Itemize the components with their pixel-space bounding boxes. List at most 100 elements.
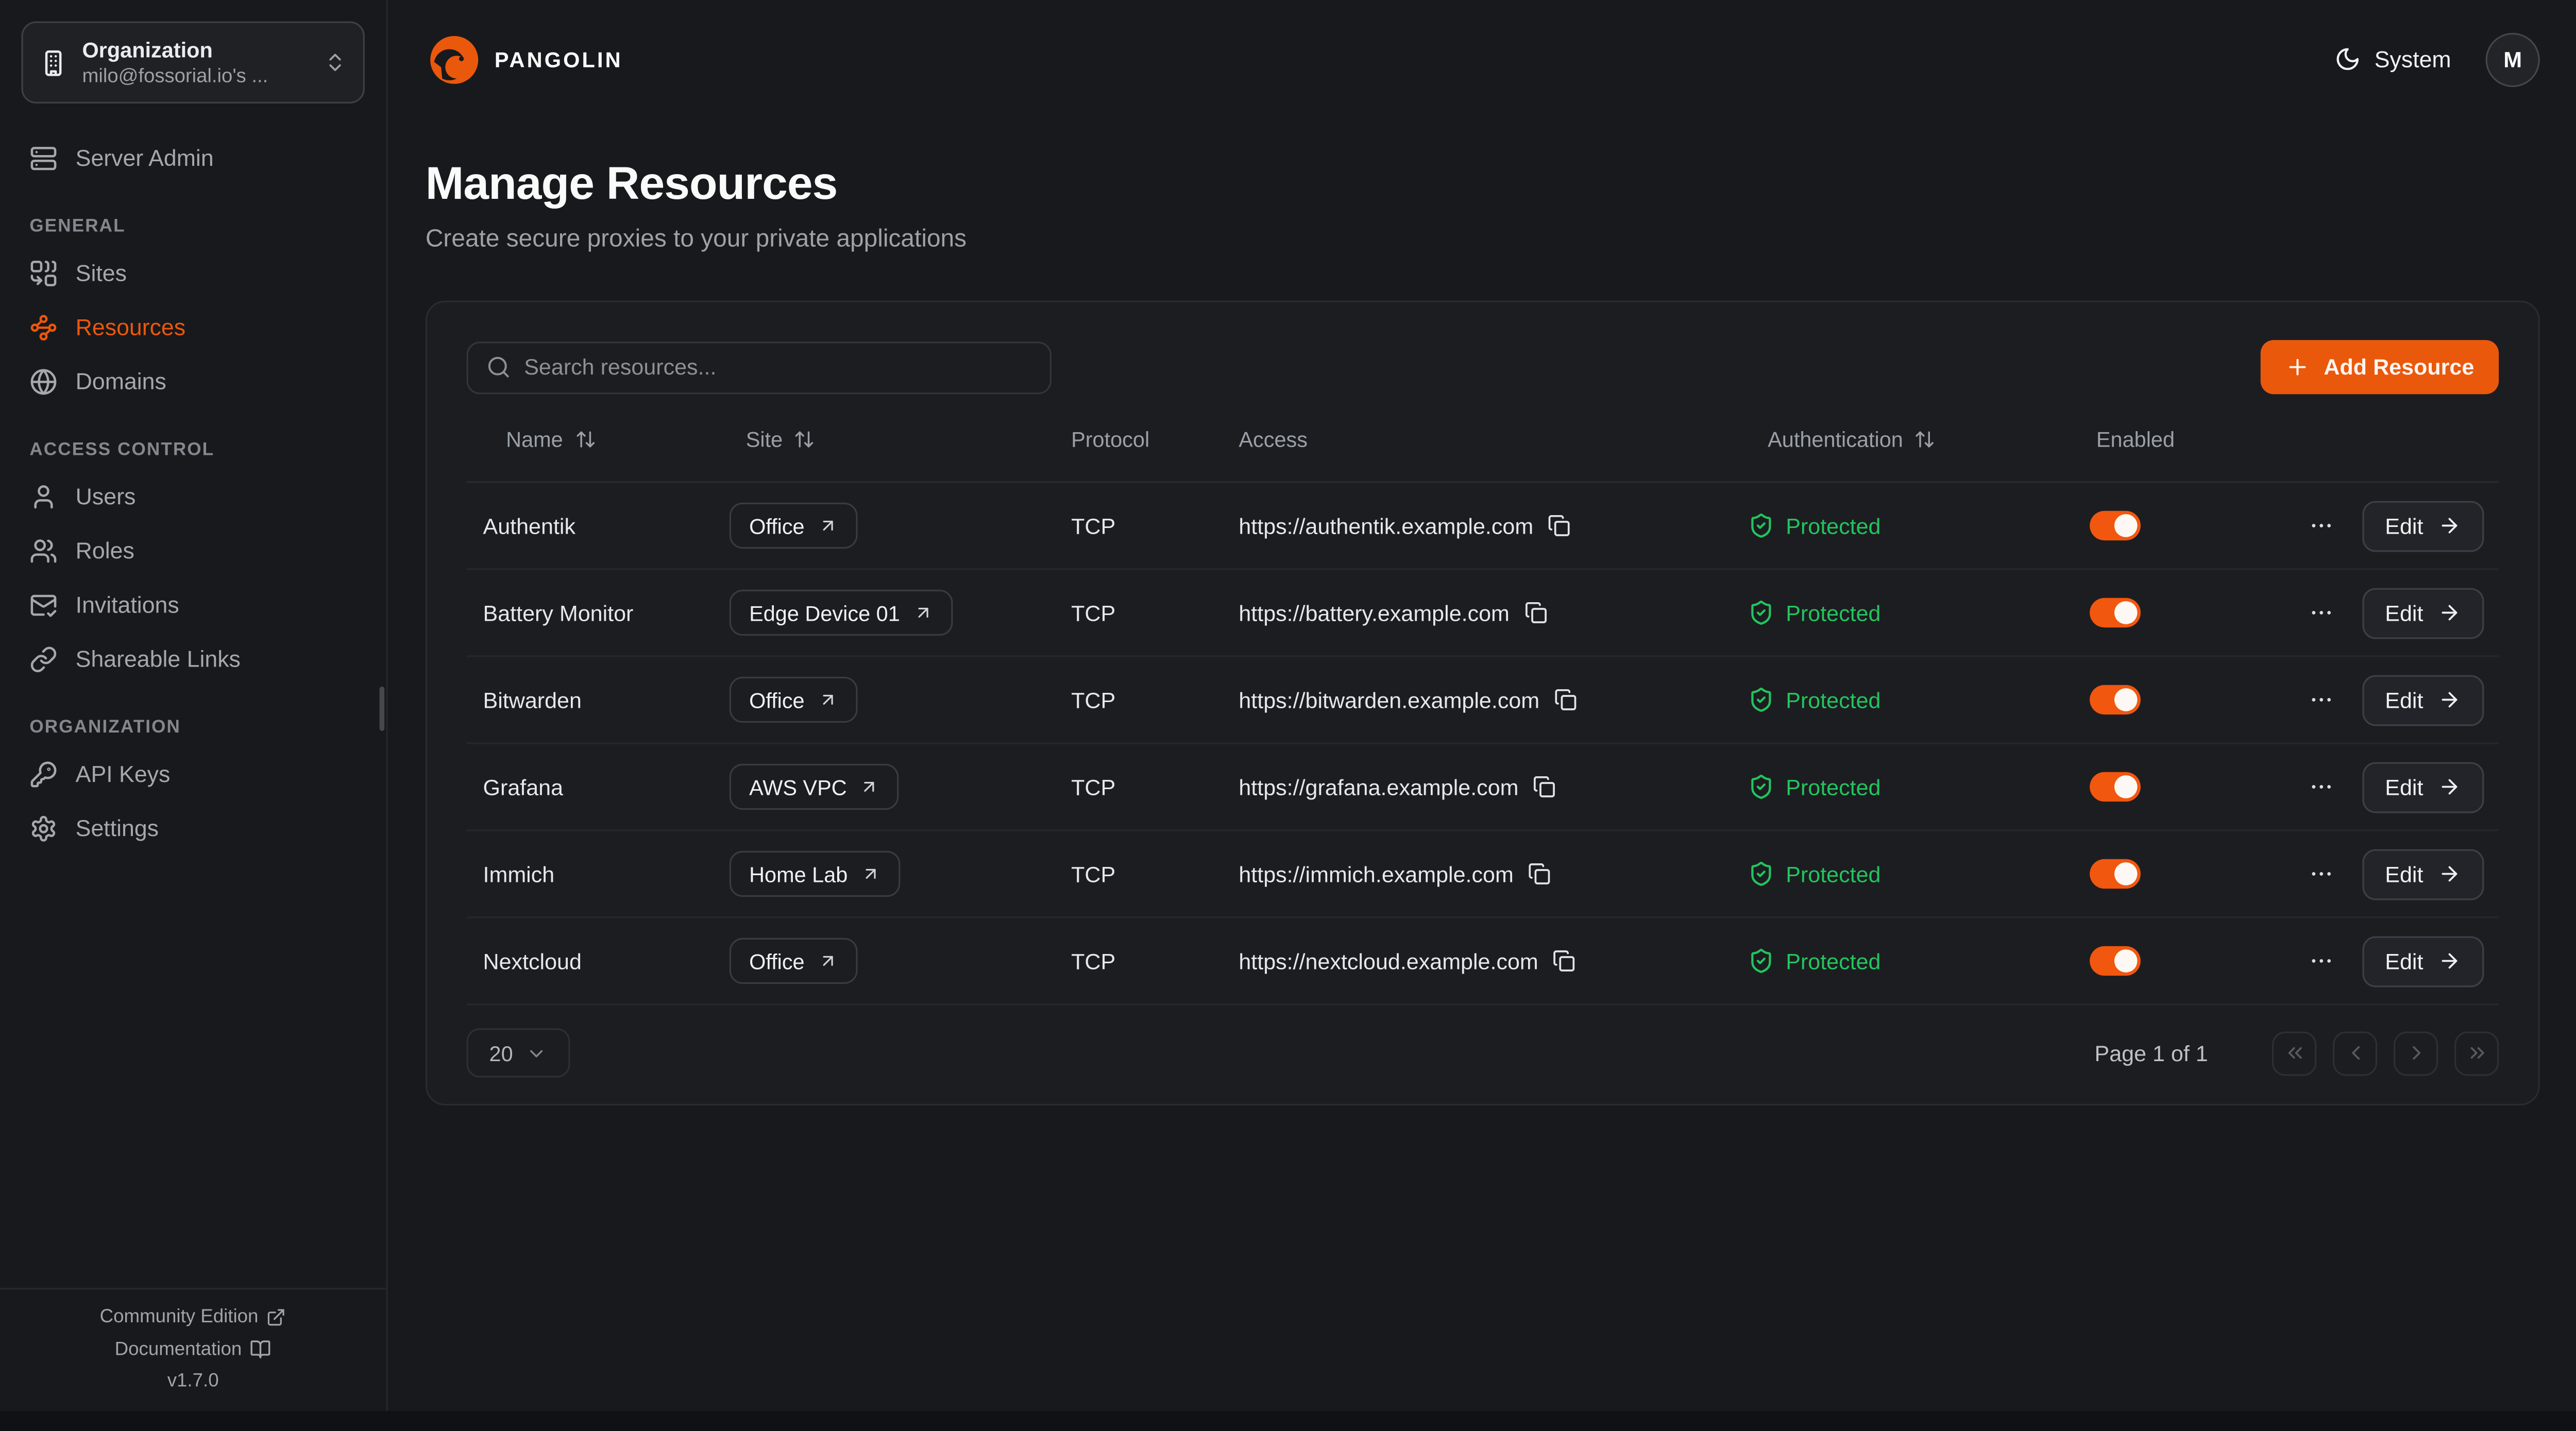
last-page-button[interactable] — [2454, 1031, 2499, 1075]
sidebar-item-shareable-links[interactable]: Shareable Links — [23, 633, 363, 687]
theme-selector[interactable]: System — [2335, 46, 2451, 72]
sidebar-nav: Server Admin GENERAL Sites Resources Dom… — [0, 125, 386, 856]
sidebar-item-label: Roles — [76, 537, 134, 565]
sidebar-item-sites[interactable]: Sites — [23, 246, 363, 300]
brand[interactable]: PANGOLIN — [426, 30, 623, 88]
authentication-cell: Protected — [1732, 948, 2073, 974]
edit-button[interactable]: Edit — [2362, 761, 2484, 812]
enabled-cell — [2073, 685, 2310, 714]
copy-url-button[interactable] — [1529, 862, 1552, 885]
chevron-right-icon — [2404, 1042, 2428, 1065]
community-edition-link[interactable]: Community Edition — [100, 1307, 286, 1327]
actions-cell: Edit — [2310, 674, 2499, 725]
access-url: https://bitwarden.example.com — [1239, 688, 1539, 712]
sort-icon[interactable] — [794, 428, 815, 449]
site-link-button[interactable]: Office — [730, 503, 857, 549]
sidebar-item-resources[interactable]: Resources — [23, 301, 363, 355]
row-menu-button[interactable] — [2304, 771, 2337, 804]
actions-cell: Edit — [2310, 935, 2499, 986]
enabled-toggle[interactable] — [2090, 859, 2141, 889]
resource-name-cell: Bitwarden — [467, 688, 713, 712]
edit-button[interactable]: Edit — [2362, 674, 2484, 725]
actions-cell: Edit — [2310, 587, 2499, 638]
site-link-button[interactable]: Home Lab — [730, 851, 901, 897]
copy-url-button[interactable] — [1533, 775, 1556, 798]
users-icon — [29, 537, 57, 565]
authentication-cell: Protected — [1732, 861, 2073, 887]
topbar-right: System M — [2335, 32, 2540, 86]
row-menu-button[interactable] — [2304, 597, 2337, 629]
arrow-right-icon — [2438, 775, 2461, 798]
copy-icon — [1524, 601, 1548, 624]
site-link-button[interactable]: Edge Device 01 — [730, 590, 953, 636]
enabled-toggle[interactable] — [2090, 772, 2141, 802]
chevrons-left-icon — [2283, 1042, 2306, 1065]
sidebar-item-label: API Keys — [76, 760, 171, 788]
table-header-row: Name Site Protocol Access Authentication… — [467, 396, 2499, 483]
access-cell: https://battery.example.com — [1222, 600, 1732, 625]
row-menu-button[interactable] — [2304, 684, 2337, 717]
protocol-cell: TCP — [1055, 600, 1222, 625]
org-selector[interactable]: Organization milo@fossorial.io's ... — [21, 21, 364, 103]
documentation-link[interactable]: Documentation — [115, 1339, 272, 1360]
resource-name-cell: Authentik — [467, 513, 713, 538]
copy-icon — [1533, 775, 1556, 798]
copy-url-button[interactable] — [1554, 688, 1578, 711]
row-menu-button[interactable] — [2304, 945, 2337, 978]
column-header-access: Access — [1222, 426, 1732, 451]
auth-status-label: Protected — [1786, 688, 1880, 712]
enabled-toggle[interactable] — [2090, 511, 2141, 540]
sidebar-item-domains[interactable]: Domains — [23, 355, 363, 409]
previous-page-button[interactable] — [2333, 1031, 2377, 1075]
copy-url-button[interactable] — [1553, 949, 1576, 973]
sidebar-scrollbar-thumb[interactable] — [380, 687, 385, 731]
enabled-cell — [2073, 598, 2310, 627]
sidebar-item-label: Server Admin — [76, 145, 214, 173]
edit-button[interactable]: Edit — [2362, 848, 2484, 899]
site-link-button[interactable]: Office — [730, 938, 857, 984]
chevron-down-icon — [526, 1042, 547, 1063]
sidebar-item-server-admin[interactable]: Server Admin — [23, 131, 363, 185]
add-resource-button[interactable]: Add Resource — [2261, 340, 2499, 394]
sidebar-item-roles[interactable]: Roles — [23, 524, 363, 578]
arrow-up-right-icon — [861, 864, 880, 883]
site-cell: Home Lab — [713, 851, 1055, 897]
edit-button[interactable]: Edit — [2362, 935, 2484, 986]
arrow-right-icon — [2438, 949, 2461, 973]
enabled-toggle[interactable] — [2090, 598, 2141, 627]
sort-icon[interactable] — [1914, 428, 1936, 449]
edit-button[interactable]: Edit — [2362, 500, 2484, 551]
arrow-right-icon — [2438, 601, 2461, 624]
sidebar-item-api-keys[interactable]: API Keys — [23, 747, 363, 802]
site-link-button[interactable]: Office — [730, 677, 857, 723]
row-menu-button[interactable] — [2304, 858, 2337, 891]
site-cell: Edge Device 01 — [713, 590, 1055, 636]
auth-status-label: Protected — [1786, 513, 1880, 538]
auth-status-label: Protected — [1786, 949, 1880, 974]
edit-button[interactable]: Edit — [2362, 587, 2484, 638]
resources-card: Add Resource Name Site Protocol Access A… — [426, 301, 2540, 1106]
row-menu-button[interactable] — [2304, 509, 2337, 542]
enabled-toggle[interactable] — [2090, 946, 2141, 976]
access-url: https://nextcloud.example.com — [1239, 949, 1538, 974]
first-page-button[interactable] — [2272, 1031, 2316, 1075]
access-cell: https://grafana.example.com — [1222, 775, 1732, 799]
copy-url-button[interactable] — [1548, 514, 1571, 537]
site-link-button[interactable]: AWS VPC — [730, 764, 900, 810]
copy-url-button[interactable] — [1524, 601, 1548, 624]
page-size-select[interactable]: 20 — [467, 1028, 570, 1078]
search-input[interactable] — [524, 355, 1031, 380]
external-link-icon — [266, 1307, 286, 1327]
arrow-up-right-icon — [818, 516, 837, 535]
arrow-right-icon — [2438, 514, 2461, 537]
org-value: milo@fossorial.io's ... — [82, 63, 309, 88]
sidebar-item-invitations[interactable]: Invitations — [23, 578, 363, 632]
card-toolbar: Add Resource — [467, 302, 2499, 395]
sidebar-item-settings[interactable]: Settings — [23, 802, 363, 856]
sort-icon[interactable] — [574, 428, 596, 449]
sidebar-item-users[interactable]: Users — [23, 470, 363, 524]
avatar[interactable]: M — [2486, 32, 2540, 86]
more-horizontal-icon — [2308, 513, 2334, 539]
next-page-button[interactable] — [2394, 1031, 2438, 1075]
enabled-toggle[interactable] — [2090, 685, 2141, 714]
